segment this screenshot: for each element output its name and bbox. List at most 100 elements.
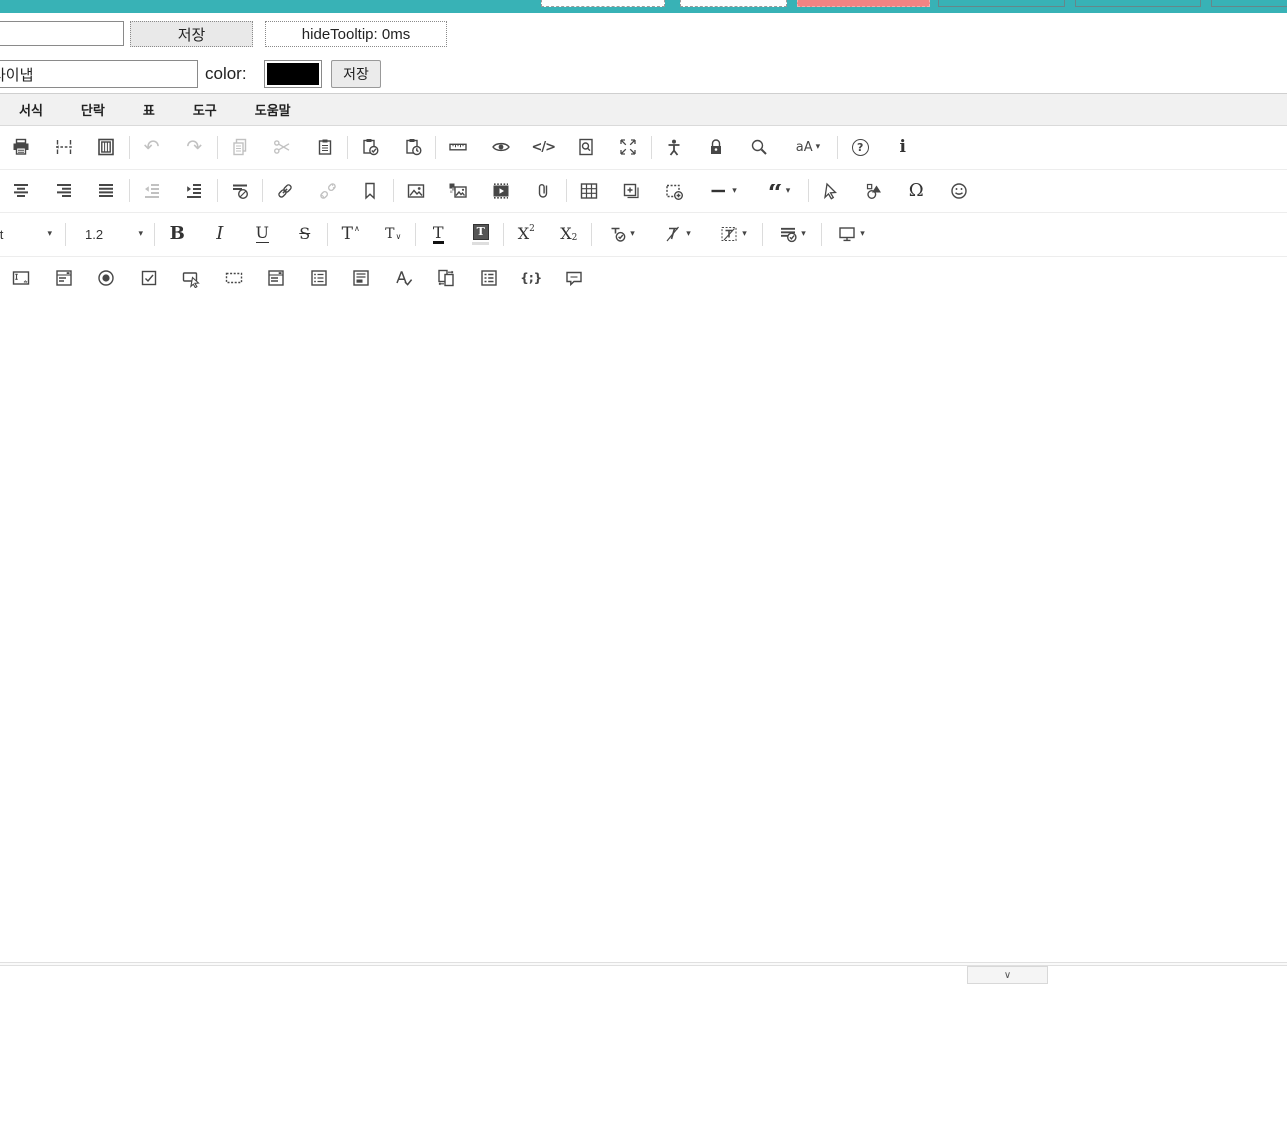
- help-button[interactable]: ?: [839, 129, 882, 165]
- copy-style-button[interactable]: ▾: [593, 216, 649, 252]
- outdent-button[interactable]: [131, 173, 174, 209]
- checkbox-button[interactable]: [128, 260, 171, 296]
- ruler-icon: [448, 137, 468, 157]
- text-block-field-button[interactable]: [255, 260, 298, 296]
- horizontal-line-button[interactable]: ▾: [695, 173, 751, 209]
- preview-button[interactable]: [480, 129, 523, 165]
- name-text-input[interactable]: [0, 60, 198, 88]
- menu-table[interactable]: 표: [124, 94, 174, 125]
- special-character-button[interactable]: Ω: [895, 173, 938, 209]
- code-data-button[interactable]: {;}: [510, 260, 553, 296]
- copy-button[interactable]: [219, 129, 262, 165]
- list-field-button[interactable]: [298, 260, 341, 296]
- toolbar-separator: [503, 223, 504, 246]
- select-cursor-button[interactable]: [810, 173, 853, 209]
- font-size-down-button[interactable]: T∨: [372, 216, 415, 252]
- align-center-button[interactable]: [0, 173, 43, 209]
- menu-format[interactable]: 서식: [0, 94, 62, 125]
- superscript-button[interactable]: X2: [505, 216, 548, 252]
- font-color-button[interactable]: T: [417, 216, 460, 252]
- paste-time-button[interactable]: [392, 129, 435, 165]
- paragraph-style-button[interactable]: ▾: [764, 216, 820, 252]
- print-button[interactable]: [0, 129, 43, 165]
- expand-chevron-button[interactable]: ∨: [967, 966, 1048, 984]
- font-size-up-button[interactable]: T∧: [329, 216, 372, 252]
- save-button[interactable]: 저장: [130, 21, 253, 47]
- document-merge-button[interactable]: [425, 260, 468, 296]
- selection-field-button[interactable]: [213, 260, 256, 296]
- cut-icon: [272, 137, 292, 157]
- image-gallery-button[interactable]: [437, 173, 480, 209]
- bookmark-icon: [360, 181, 380, 201]
- outdent-icon: [142, 181, 162, 201]
- textarea-field-button[interactable]: [340, 260, 383, 296]
- top-text-input[interactable]: [0, 21, 124, 46]
- editor-content-area[interactable]: [0, 297, 1287, 962]
- strikethrough-button[interactable]: S: [284, 216, 327, 252]
- clear-style-button[interactable]: ▾: [649, 216, 705, 252]
- fullscreen-button[interactable]: [607, 129, 650, 165]
- comment-button[interactable]: [553, 260, 596, 296]
- hide-tooltip-button[interactable]: hideTooltip: 0ms: [265, 21, 447, 47]
- attachment-button[interactable]: [522, 173, 565, 209]
- blockquote-button[interactable]: “▾: [751, 173, 807, 209]
- insert-frame-button[interactable]: [653, 173, 696, 209]
- video-button[interactable]: [480, 173, 523, 209]
- link-button[interactable]: [264, 173, 307, 209]
- page-break-button[interactable]: [43, 129, 86, 165]
- spell-check-button[interactable]: [383, 260, 426, 296]
- ruler-button[interactable]: [437, 129, 480, 165]
- align-justify-button[interactable]: [85, 173, 128, 209]
- toolbar-row-3: 10pt▾1.2▾BIUST∧T∨TTX2X2▾▾▾▾▾: [0, 213, 1287, 257]
- insert-layer-button[interactable]: [610, 173, 653, 209]
- topbar-button-2[interactable]: [680, 0, 787, 7]
- combo-field-button[interactable]: [43, 260, 86, 296]
- paste-button[interactable]: [304, 129, 347, 165]
- align-right-button[interactable]: [43, 173, 86, 209]
- caret-down-icon: ▾: [47, 229, 52, 239]
- lock-button[interactable]: [695, 129, 738, 165]
- input-field-button[interactable]: [0, 260, 43, 296]
- push-button-button[interactable]: [170, 260, 213, 296]
- highlight-color-button[interactable]: T: [460, 216, 503, 252]
- info-button[interactable]: i: [882, 129, 925, 165]
- insert-shape-button[interactable]: [853, 173, 896, 209]
- table-button[interactable]: [568, 173, 611, 209]
- menu-help[interactable]: 도움말: [236, 94, 310, 125]
- code-view-button[interactable]: </>: [522, 129, 565, 165]
- paste-check-button[interactable]: [349, 129, 392, 165]
- topbar-button-5[interactable]: [1075, 0, 1201, 7]
- topbar-button-1[interactable]: [541, 0, 665, 7]
- line-properties-button[interactable]: [219, 173, 262, 209]
- underline-button[interactable]: U: [241, 216, 284, 252]
- radio-button-button[interactable]: [85, 260, 128, 296]
- color-save-button[interactable]: 저장: [331, 60, 381, 88]
- indent-button[interactable]: [173, 173, 216, 209]
- list-properties-button[interactable]: [468, 260, 511, 296]
- find-document-button[interactable]: [565, 129, 608, 165]
- topbar-button-3[interactable]: [797, 0, 930, 7]
- accessibility-button[interactable]: [653, 129, 696, 165]
- line-height-select[interactable]: 1.2▾: [67, 219, 153, 249]
- emoticon-button[interactable]: [938, 173, 981, 209]
- bold-button[interactable]: B: [156, 216, 199, 252]
- redo-button[interactable]: ↷: [173, 129, 216, 165]
- ui-font-button[interactable]: aA▾: [780, 129, 836, 165]
- image-button[interactable]: [395, 173, 438, 209]
- color-swatch-button[interactable]: [264, 60, 322, 88]
- display-mode-button[interactable]: ▾: [823, 216, 879, 252]
- search-button[interactable]: [738, 129, 781, 165]
- topbar-button-4[interactable]: [938, 0, 1065, 7]
- subscript-button[interactable]: X2: [548, 216, 591, 252]
- unlink-button[interactable]: [307, 173, 350, 209]
- topbar-button-6[interactable]: [1211, 0, 1287, 7]
- font-size-select[interactable]: 10pt▾: [0, 219, 64, 249]
- bookmark-button[interactable]: [349, 173, 392, 209]
- menu-tools[interactable]: 도구: [174, 94, 236, 125]
- menu-paragraph[interactable]: 단락: [62, 94, 124, 125]
- cut-button[interactable]: [261, 129, 304, 165]
- undo-button[interactable]: ↶: [131, 129, 174, 165]
- page-setup-button[interactable]: [85, 129, 128, 165]
- clear-format-button[interactable]: ▾: [705, 216, 761, 252]
- italic-button[interactable]: I: [199, 216, 242, 252]
